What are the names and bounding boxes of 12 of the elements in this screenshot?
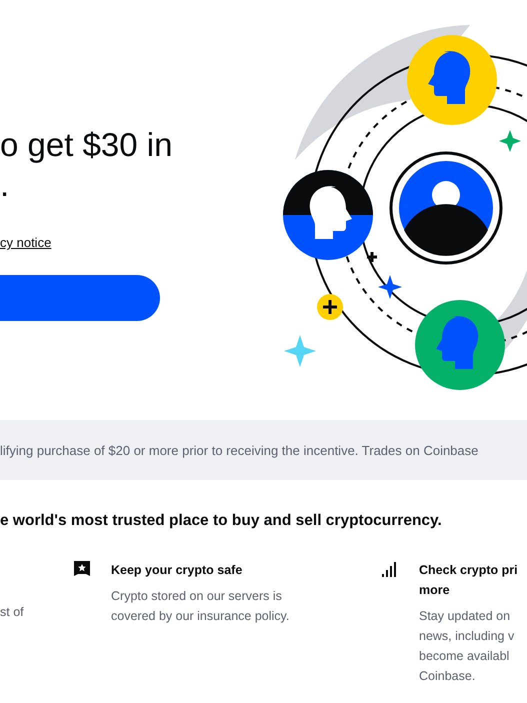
cta-button[interactable] [0, 275, 160, 321]
feature-title: Keep your crypto safe [111, 562, 244, 579]
privacy-link[interactable]: cy notice [0, 235, 52, 250]
hero-title: o get $30 in . [0, 125, 174, 205]
feature-description: Crypto stored on our servers is covered by our insurance policy. [111, 588, 290, 625]
feature-description: st of [0, 604, 24, 621]
feature-description: Stay updated on news, including v become availabl Coinbase. [419, 608, 516, 685]
disclaimer-text: lifying purchase of $20 or more prior to receiving the incentive. Trades on Coinbase [0, 442, 478, 458]
shield-star-icon [73, 560, 91, 578]
signal-bars-icon [381, 560, 399, 578]
section-heading: e world's most trusted place to buy and sell cryptocurrency. [0, 512, 443, 530]
feature-title: Check crypto pri more [419, 562, 518, 599]
